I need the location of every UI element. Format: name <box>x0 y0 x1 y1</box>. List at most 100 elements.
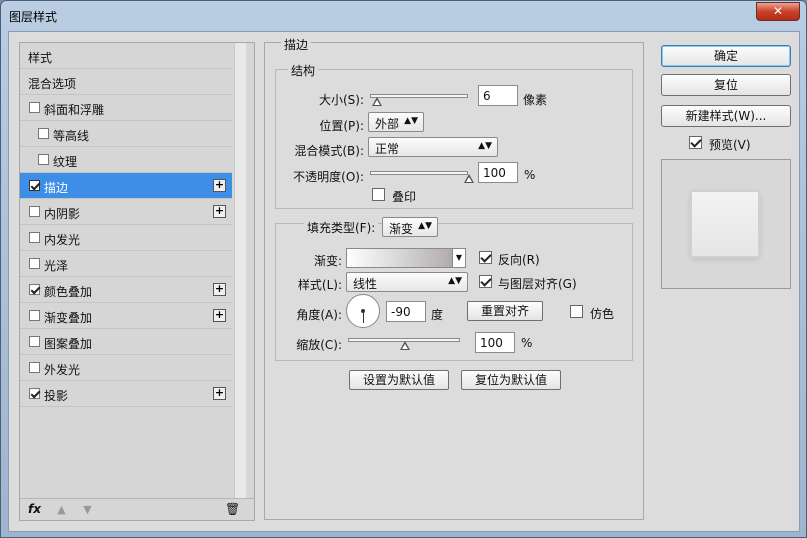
angle-input[interactable]: -90 <box>386 301 426 322</box>
add-effect-icon[interactable]: + <box>213 283 226 296</box>
style-preview <box>661 159 791 289</box>
fill-type-label: 填充类型(F): <box>304 219 379 236</box>
reverse-label: 反向(R) <box>498 253 540 267</box>
sidebar-item-label: 渐变叠加 <box>44 311 93 325</box>
title-bar[interactable]: 图层样式 ✕ <box>1 1 806 31</box>
sidebar-item-label: 外发光 <box>44 363 81 377</box>
sidebar-item[interactable]: 斜面和浮雕 <box>20 95 232 121</box>
sidebar-item-checkbox[interactable] <box>29 284 40 295</box>
add-effect-icon[interactable]: + <box>213 179 226 192</box>
sidebar-item-label: 样式 <box>28 51 53 65</box>
fx-icon[interactable]: fx <box>28 502 41 516</box>
overprint-checkbox[interactable] <box>372 188 385 201</box>
position-dropdown[interactable]: 外部 ▲▼ <box>368 112 424 132</box>
opacity-slider[interactable] <box>370 171 468 175</box>
sidebar-item-checkbox[interactable] <box>38 154 49 165</box>
sidebar-item[interactable]: 内发光 <box>20 225 232 251</box>
window-title: 图层样式 <box>9 10 58 24</box>
gradient-label: 渐变: <box>313 254 342 268</box>
gradient-swatch[interactable] <box>346 248 466 268</box>
style-value: 线性 <box>353 277 378 291</box>
position-label: 位置(P): <box>319 119 364 133</box>
make-default-button[interactable]: 设置为默认值 <box>349 370 449 390</box>
sidebar-item-label: 图案叠加 <box>44 337 93 351</box>
size-unit: 像素 <box>523 93 548 107</box>
style-dropdown[interactable]: 线性 ▲▼ <box>346 272 468 292</box>
align-with-layer-checkbox[interactable] <box>479 275 492 288</box>
sidebar-item[interactable]: 纹理 <box>20 147 232 173</box>
fill-type-dropdown[interactable]: 渐变 ▲▼ <box>382 217 438 237</box>
sidebar-item[interactable]: 图案叠加 <box>20 329 232 355</box>
sidebar-item-label: 颜色叠加 <box>44 285 93 299</box>
sidebar-item[interactable]: 颜色叠加 + <box>20 277 232 303</box>
trash-icon[interactable]: 🗑 <box>225 502 240 516</box>
size-slider[interactable] <box>370 94 468 98</box>
dropdown-caret-icon: ▲▼ <box>478 141 492 151</box>
sidebar-item[interactable]: 描边 + <box>20 173 232 199</box>
dropdown-caret-icon: ▲▼ <box>418 221 432 231</box>
sidebar-item-checkbox[interactable] <box>29 206 40 217</box>
sidebar-item[interactable]: 等高线 <box>20 121 232 147</box>
move-down-icon[interactable]: ▼ <box>82 503 93 516</box>
ok-button[interactable]: 确定 <box>661 45 791 67</box>
dropdown-caret-icon: ▲▼ <box>404 116 418 126</box>
sidebar-item-checkbox[interactable] <box>29 388 40 399</box>
fill-group: 填充类型(F): 渐变 ▲▼ 渐变: ▼ 反向(R) 样式(L): 线性 ▲▼ 与图… <box>275 217 633 361</box>
sidebar-item-checkbox[interactable] <box>29 258 40 269</box>
gradient-picker-arrow-icon[interactable]: ▼ <box>452 249 465 267</box>
structure-group: 结构 大小(S): 6 像素 位置(P): 外部 ▲▼ 混合模式(B): 正常 ▲▼… <box>275 62 633 209</box>
styles-list-scrollbar[interactable] <box>234 43 246 509</box>
preview-checkbox[interactable] <box>689 136 702 149</box>
sidebar-item[interactable]: 投影 + <box>20 381 232 407</box>
blend-mode-dropdown[interactable]: 正常 ▲▼ <box>368 137 498 157</box>
size-slider-thumb[interactable] <box>371 97 382 106</box>
sidebar-item-checkbox[interactable] <box>29 362 40 373</box>
close-button[interactable]: ✕ <box>756 2 800 21</box>
reset-button[interactable]: 复位 <box>661 74 791 96</box>
reset-alignment-button[interactable]: 重置对齐 <box>467 301 543 321</box>
scale-input[interactable]: 100 <box>475 332 515 353</box>
scale-label: 缩放(C): <box>296 338 342 352</box>
dropdown-caret-icon: ▲▼ <box>448 276 462 286</box>
sidebar-item[interactable]: 混合选项 <box>20 69 232 95</box>
preview-swatch <box>692 192 758 256</box>
sidebar-item-label: 内发光 <box>44 233 81 247</box>
scale-slider-thumb[interactable] <box>400 341 410 350</box>
align-with-layer-label: 与图层对齐(G) <box>498 277 577 291</box>
opacity-slider-thumb[interactable] <box>464 174 474 183</box>
sidebar-item[interactable]: 外发光 <box>20 355 232 381</box>
sidebar-item-checkbox[interactable] <box>38 128 49 139</box>
sidebar-item-checkbox[interactable] <box>29 336 40 347</box>
opacity-input[interactable]: 100 <box>478 162 518 183</box>
styles-list-footer: fx ▲ ▼ 🗑 <box>20 498 254 520</box>
angle-dial[interactable] <box>346 294 380 328</box>
opacity-label: 不透明度(O): <box>293 170 364 184</box>
sidebar-item-checkbox[interactable] <box>29 310 40 321</box>
new-style-button[interactable]: 新建样式(W)... <box>661 105 791 127</box>
preview-label: 预览(V) <box>709 138 751 152</box>
sidebar-item-checkbox[interactable] <box>29 232 40 243</box>
sidebar-item-label: 描边 <box>44 181 69 195</box>
sidebar-item-checkbox[interactable] <box>29 102 40 113</box>
add-effect-icon[interactable]: + <box>213 387 226 400</box>
sidebar-item-label: 混合选项 <box>28 77 77 91</box>
sidebar-item[interactable]: 内阴影 + <box>20 199 232 225</box>
move-up-icon[interactable]: ▲ <box>56 503 67 516</box>
sidebar-item[interactable]: 渐变叠加 + <box>20 303 232 329</box>
sidebar-item-label: 纹理 <box>53 155 78 169</box>
sidebar-item-label: 内阴影 <box>44 207 81 221</box>
reset-to-default-button[interactable]: 复位为默认值 <box>461 370 561 390</box>
sidebar-item[interactable]: 样式 <box>20 43 232 69</box>
dither-checkbox[interactable] <box>570 305 583 318</box>
blend-mode-label: 混合模式(B): <box>294 144 364 158</box>
sidebar-item[interactable]: 光泽 <box>20 251 232 277</box>
add-effect-icon[interactable]: + <box>213 205 226 218</box>
size-input[interactable]: 6 <box>478 85 518 106</box>
opacity-unit: % <box>524 168 536 182</box>
layer-style-dialog: 图层样式 ✕ 样式混合选项斜面和浮雕 等高线纹理描边 + 内阴影 + 内发光光泽颜色叠加 +… <box>0 0 807 538</box>
structure-title: 结构 <box>288 62 319 79</box>
size-label: 大小(S): <box>318 93 364 107</box>
reverse-checkbox[interactable] <box>479 251 492 264</box>
add-effect-icon[interactable]: + <box>213 309 226 322</box>
sidebar-item-checkbox[interactable] <box>29 180 40 191</box>
